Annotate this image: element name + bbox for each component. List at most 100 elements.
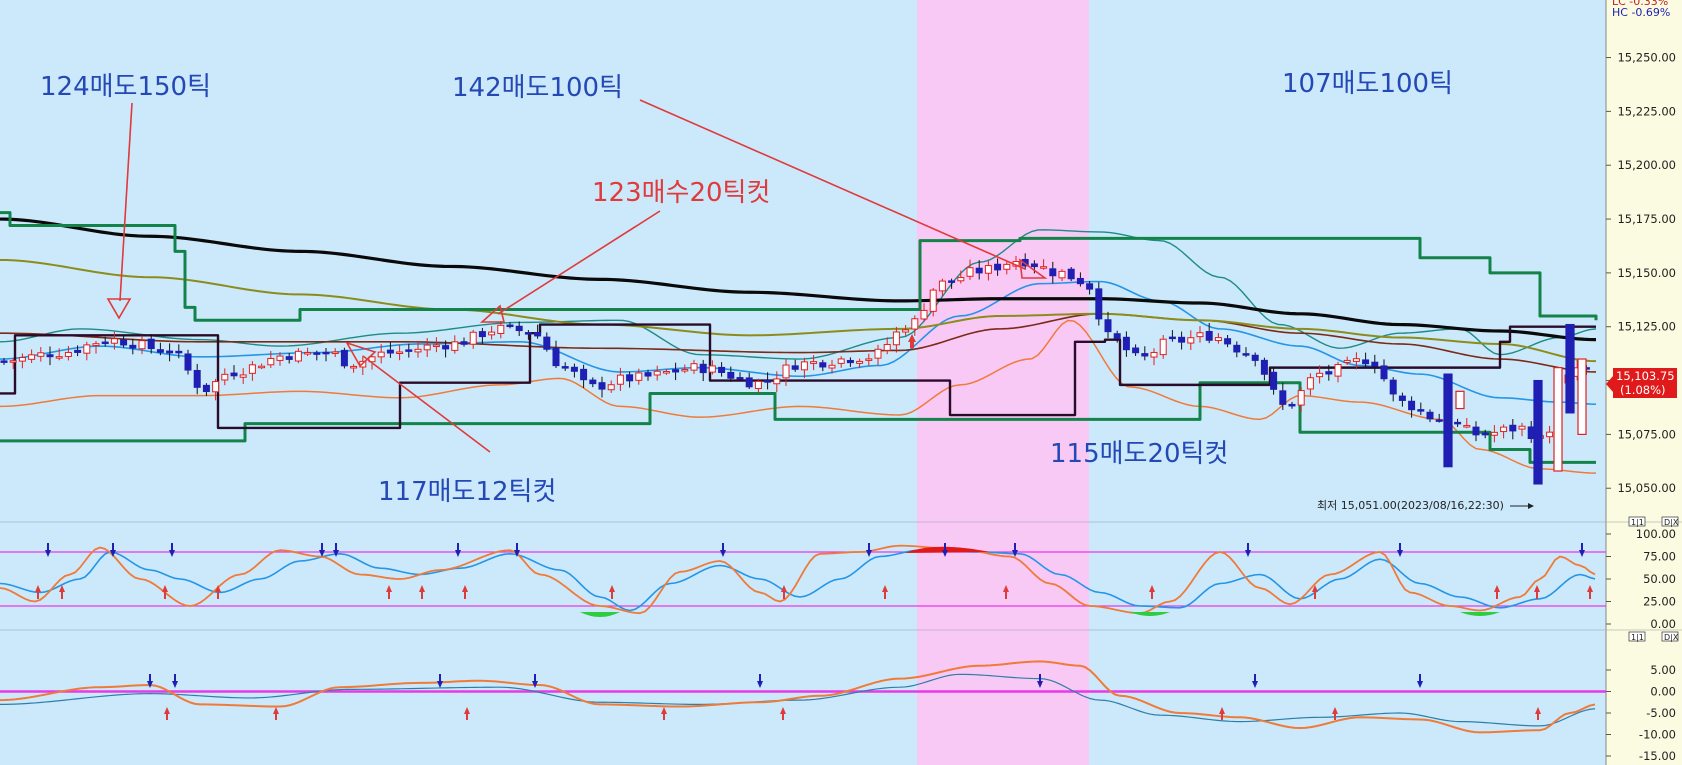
candle-body [1398, 395, 1406, 401]
osc2-buy-marker [273, 707, 279, 714]
candle-body [810, 361, 818, 364]
candle-body [543, 336, 551, 350]
low-price-note: 최저 15,051.00(2023/08/16,22:30) [1317, 499, 1504, 512]
candle-body [892, 331, 900, 346]
candle-body [1408, 400, 1416, 411]
candle-body [1122, 336, 1130, 351]
annotation-124-sell: 124매도150틱 [40, 72, 211, 102]
candle-body [478, 331, 486, 338]
candle-body [1067, 268, 1075, 280]
panel-badge-3[interactable]: 1|1 [1631, 633, 1644, 642]
candle-body [451, 341, 459, 351]
candle-body [1040, 266, 1048, 269]
osc2-buy-stem [1537, 714, 1539, 720]
candle-body [745, 377, 753, 388]
osc2-sell-stem [149, 674, 151, 681]
candle-body-large [1455, 390, 1465, 410]
candle-body [432, 344, 440, 348]
osc1-sell-marker [45, 550, 51, 557]
candle-body [1141, 353, 1149, 357]
candle-body [1546, 431, 1554, 438]
candle-body [754, 380, 762, 390]
osc1-buy-stem [164, 592, 166, 599]
candle-body [552, 347, 560, 367]
osc1-buy-stem [884, 592, 886, 599]
osc2-buy-stem [663, 714, 665, 720]
candle-body [331, 351, 339, 355]
candle-body [1389, 379, 1397, 395]
candle-body [258, 365, 266, 369]
osc1-sell-stem [1247, 543, 1249, 550]
candle-body [1150, 351, 1158, 358]
arrow-123-line [497, 210, 661, 315]
candle-body [1251, 354, 1259, 361]
osc2-sell-stem [759, 674, 761, 681]
candle-body [0, 360, 8, 363]
osc1-sell-stem [868, 543, 870, 550]
osc2-tick-label: -5.00 [1646, 706, 1676, 720]
candle-body-large [1565, 323, 1575, 414]
candle-body [764, 380, 772, 383]
osc1-buy-marker [162, 585, 168, 592]
osc1-sell-marker [866, 550, 872, 557]
candle-body [846, 359, 854, 364]
candle-body-large [1533, 379, 1543, 485]
candle-body [515, 325, 523, 332]
candle-body [1325, 371, 1333, 375]
candle-body [340, 349, 348, 367]
price-tick-label: 15,250.00 [1617, 51, 1676, 65]
osc1-buy-marker [609, 585, 615, 592]
chart-window: 15,250.00 15,225.00 15,200.00 15,175.00 15,1… [0, 0, 1682, 765]
candle-body [534, 332, 542, 337]
candle-body [1481, 432, 1489, 436]
candle-body [488, 331, 496, 336]
osc2-buy-stem [1334, 714, 1336, 720]
candle-body [1260, 359, 1268, 375]
annotation-123-buy-cut: 123매수20틱컷 [592, 178, 770, 208]
candle-body [1003, 263, 1011, 270]
osc1-buy-marker [1149, 585, 1155, 592]
candle-body [644, 372, 652, 377]
osc1-buy-stem [217, 592, 219, 599]
candle-body [497, 324, 505, 334]
osc1-buy-stem [421, 592, 423, 599]
osc1-buy-marker [462, 585, 468, 592]
panel-badge-2[interactable]: D|X [1664, 518, 1679, 527]
osc2-buy-marker [1535, 707, 1541, 714]
candlestick-chart[interactable]: 15,250.00 15,225.00 15,200.00 15,175.00 15,1… [0, 0, 1682, 765]
candle-body [1500, 426, 1508, 433]
osc2-main-line [0, 660, 1596, 734]
osc1-buy-stem [783, 592, 785, 599]
annotation-107-sell: 107매도100틱 [1282, 69, 1453, 99]
candle-body [681, 368, 689, 372]
candle-body [874, 348, 882, 359]
candle-body [957, 277, 965, 282]
candle-body [239, 374, 247, 378]
osc1-buy-stem [464, 592, 466, 599]
candle-body [37, 352, 45, 357]
candle-body [1518, 425, 1526, 430]
panel-badge-4[interactable]: D|X [1664, 633, 1679, 642]
candle-body [524, 332, 532, 335]
candle-body [1030, 263, 1038, 268]
osc2-sell-marker [437, 681, 443, 688]
candle-body [948, 280, 956, 283]
candle-body-large [1443, 373, 1453, 468]
panel-badge-1[interactable]: 1|1 [1631, 518, 1644, 527]
price-tick-label: 15,050.00 [1617, 481, 1676, 495]
osc1-sell-marker [1245, 550, 1251, 557]
candle-body [377, 351, 385, 358]
candle-body [598, 382, 606, 390]
osc1-buy-stem [1536, 592, 1538, 599]
candle-body [120, 339, 128, 346]
osc1-tick-label: 25.00 [1643, 595, 1676, 609]
price-tag-pct: (1.08%) [1620, 383, 1666, 397]
osc2-buy-marker [164, 707, 170, 714]
osc1-buy-marker [1494, 585, 1500, 592]
candle-body [396, 351, 404, 354]
candle-body [1380, 365, 1388, 380]
candle-body [589, 379, 597, 385]
candle-body [920, 309, 928, 320]
price-tick-label: 15,125.00 [1617, 320, 1676, 334]
osc1-buy-marker [419, 585, 425, 592]
